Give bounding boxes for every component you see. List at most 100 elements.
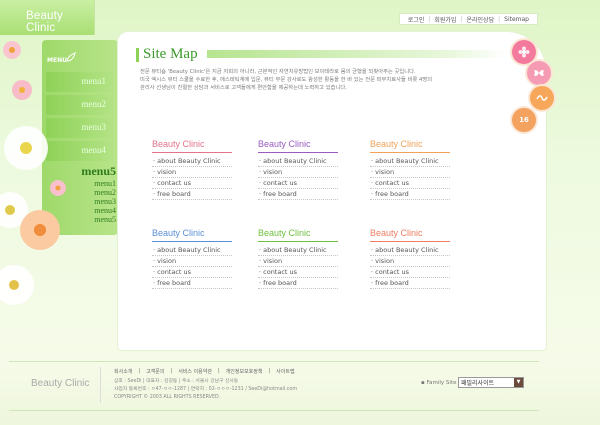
wave-circle-button[interactable] (530, 86, 554, 110)
sitemap-group: Beauty Clinic · about Beauty Clinic · visi… (152, 228, 232, 289)
sitemap-link[interactable]: · vision (258, 256, 338, 267)
sitemap-link-label: vision (157, 168, 177, 176)
sitemap-link[interactable]: · vision (152, 256, 232, 267)
family-site-label: ▪ Family Site (421, 380, 457, 386)
sitemap-link[interactable]: · vision (370, 256, 450, 267)
sitemap-group-title[interactable]: Beauty Clinic (152, 139, 232, 153)
sitemap-link[interactable]: · vision (258, 167, 338, 178)
sitemap-link[interactable]: · free board (152, 278, 232, 289)
footer-logo[interactable]: Beauty Clinic (31, 378, 89, 389)
sitemap-group-title[interactable]: Beauty Clinic (370, 228, 450, 242)
sitemap-link-label: free board (263, 190, 297, 198)
footer-link-contact[interactable]: 고객문의 (146, 368, 164, 375)
sitemap-link-label: about Beauty Clinic (263, 157, 327, 165)
butterfly-icon (534, 69, 544, 77)
flower-pink (50, 180, 66, 196)
topnav-login[interactable]: 로그인 (404, 15, 429, 24)
intro-line: 미국 엑시스 뷰티 스쿨을 수료한 후, 에스테틱계에 입문, 뷰티 부문 강사… (140, 77, 433, 83)
butterfly-circle-button[interactable] (527, 61, 551, 85)
sitemap-link-label: free board (263, 279, 297, 287)
sitemap-link[interactable]: · vision (152, 167, 232, 178)
sitemap-group-title[interactable]: Beauty Clinic (152, 228, 232, 242)
chevron-down-icon[interactable]: ▼ (514, 378, 523, 387)
sitemap-group-title[interactable]: Beauty Clinic (370, 139, 450, 153)
sitemap-link[interactable]: · free board (152, 189, 232, 200)
family-site-value: 패밀리사이트 (461, 380, 495, 387)
sitemap-link[interactable]: · contact us (370, 178, 450, 189)
footer-link-privacy[interactable]: 개인정보보호정책 (226, 368, 263, 375)
sitemap-link-label: free board (375, 279, 409, 287)
footer-info-line: 상호 : SeeDi | 대표자 : 김길동 | 주소 : 서울시 강남구 신사… (114, 379, 239, 384)
sitemap-link-label: about Beauty Clinic (375, 157, 439, 165)
sitemap-link-label: contact us (157, 268, 192, 276)
topnav-sitemap[interactable]: Sitemap (500, 16, 533, 23)
footer-info-line: COPYRIGHT © 2003 ALL RIGHTS RESERVED. (114, 395, 221, 400)
flower-icon (518, 46, 530, 58)
flower-white (4, 126, 48, 170)
sitemap-link[interactable]: · free board (370, 278, 450, 289)
intro-line: 전문 뷰티숍 'Beauty Clinic'은 지금 저희의 아니라, 근본적인… (140, 69, 416, 75)
age-badge-icon: 16 (519, 116, 529, 124)
footer-link-sep: | (268, 368, 271, 374)
flower-peach (20, 210, 60, 250)
sitemap-link[interactable]: · about Beauty Clinic (152, 245, 232, 256)
sitemap-link[interactable]: · about Beauty Clinic (370, 156, 450, 167)
sitemap-link-label: contact us (375, 268, 410, 276)
sitemap-link[interactable]: · contact us (258, 178, 338, 189)
wave-icon (536, 95, 548, 101)
sitemap-group: Beauty Clinic · about Beauty Clinic · visi… (258, 228, 338, 289)
sitemap-link-label: about Beauty Clinic (157, 246, 221, 254)
sitemap-link-label: contact us (263, 268, 298, 276)
footer-links: 회사소개 | 고객문의 | 서비스 이용약관 | 개인정보보호정책 | 사이트맵 (114, 368, 301, 375)
top-navigation: 로그인 | 회원가입 | 온라인상담 | Sitemap (398, 13, 538, 25)
sitemap-group: Beauty Clinic · about Beauty Clinic · visi… (370, 139, 450, 200)
page-title-bar: Site Map (136, 46, 198, 63)
flower-decoration (0, 41, 66, 305)
sitemap-group-title[interactable]: Beauty Clinic (258, 228, 338, 242)
sitemap-link[interactable]: · contact us (152, 267, 232, 278)
title-underline (207, 50, 507, 58)
footer-divider (100, 367, 101, 403)
sitemap-link-label: about Beauty Clinic (263, 246, 327, 254)
sitemap-link[interactable]: · contact us (152, 178, 232, 189)
sitemap-link[interactable]: · about Beauty Clinic (258, 245, 338, 256)
sitemap-link[interactable]: · vision (370, 167, 450, 178)
footer-info: 상호 : SeeDi | 대표자 : 김길동 | 주소 : 서울시 강남구 신사… (114, 378, 297, 402)
sitemap-group-title[interactable]: Beauty Clinic (258, 139, 338, 153)
footer-link-sep: | (138, 368, 141, 374)
sitemap-link-label: vision (375, 168, 395, 176)
topnav-join[interactable]: 회원가입 (430, 15, 460, 24)
sitemap-link[interactable]: · about Beauty Clinic (152, 156, 232, 167)
intro-text: 전문 뷰티숍 'Beauty Clinic'은 지금 저희의 아니라, 근본적인… (140, 68, 470, 92)
sitemap-link-label: free board (375, 190, 409, 198)
footer-link-terms[interactable]: 서비스 이용약관 (178, 368, 212, 375)
page-title: Site Map (143, 46, 198, 62)
sitemap-link-label: vision (263, 257, 283, 265)
footer-link-about[interactable]: 회사소개 (114, 368, 132, 375)
sitemap-link[interactable]: · free board (370, 189, 450, 200)
sitemap-group: Beauty Clinic · about Beauty Clinic · visi… (258, 139, 338, 200)
topnav-consult[interactable]: 온라인상담 (463, 15, 499, 24)
flower-pink (12, 80, 32, 100)
sitemap-link[interactable]: · free board (258, 189, 338, 200)
sitemap-link[interactable]: · free board (258, 278, 338, 289)
sitemap-link[interactable]: · about Beauty Clinic (370, 245, 450, 256)
family-site-select[interactable]: 패밀리사이트 ▼ (458, 377, 524, 388)
intro-line: 관리사 선생님이 친절한 상담과 서비스로 고객들에게 편안함을 제공하는데 노… (140, 85, 347, 91)
sitemap-link-label: contact us (375, 179, 410, 187)
sitemap-group: Beauty Clinic · about Beauty Clinic · visi… (152, 139, 232, 200)
footer-link-sep: | (217, 368, 220, 374)
sitemap-link-label: contact us (157, 179, 192, 187)
sitemap-link-label: contact us (263, 179, 298, 187)
footer-link-sitemap[interactable]: 사이트맵 (276, 368, 294, 375)
sitemap-link[interactable]: · contact us (370, 267, 450, 278)
sitemap-link[interactable]: · contact us (258, 267, 338, 278)
title-accent (136, 47, 139, 62)
sitemap-link-label: free board (157, 279, 191, 287)
sitemap-group: Beauty Clinic · about Beauty Clinic · visi… (370, 228, 450, 289)
age-circle-button[interactable]: 16 (512, 108, 536, 132)
sitemap-link-label: vision (263, 168, 283, 176)
footer-info-line: 사업자 등록번호 : ㅇ47-ㅇㅇ-1287 | 연락처 : 02-ㅇㅇㅇ-12… (114, 387, 298, 392)
flower-circle-button[interactable] (512, 40, 536, 64)
sitemap-link[interactable]: · about Beauty Clinic (258, 156, 338, 167)
